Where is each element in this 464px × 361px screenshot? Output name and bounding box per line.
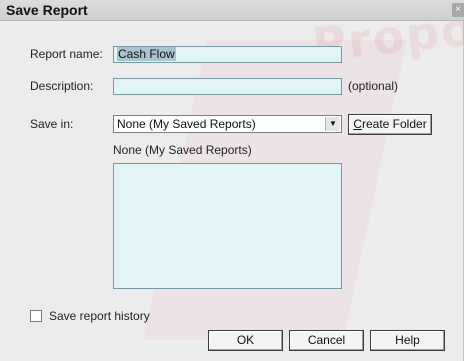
report-name-value: Cash Flow xyxy=(117,47,176,61)
save-in-label: Save in: xyxy=(30,117,74,131)
save-report-dialog: Propos Save Report × Report name: Cash F… xyxy=(0,0,464,361)
save-in-dropdown[interactable]: None (My Saved Reports) ▼ xyxy=(113,115,342,133)
cancel-button[interactable]: Cancel xyxy=(289,330,364,351)
report-name-label: Report name: xyxy=(30,47,103,61)
description-input[interactable] xyxy=(113,78,342,95)
ok-button[interactable]: OK xyxy=(208,330,283,351)
folder-list[interactable] xyxy=(113,163,342,289)
description-label: Description: xyxy=(30,79,94,93)
help-button[interactable]: Help xyxy=(370,330,445,351)
optional-hint: (optional) xyxy=(348,79,399,93)
close-icon[interactable]: × xyxy=(452,3,464,17)
save-history-label: Save report history xyxy=(49,309,150,323)
dialog-title: Save Report xyxy=(6,2,88,18)
create-folder-button[interactable]: Create Folder xyxy=(348,114,432,135)
create-folder-label: reate Folder xyxy=(361,117,427,131)
title-bar: Save Report × xyxy=(0,0,464,21)
save-history-checkbox[interactable] xyxy=(30,310,42,322)
chevron-down-icon[interactable]: ▼ xyxy=(325,117,340,131)
create-folder-mnemonic: C xyxy=(353,117,362,131)
report-name-input[interactable]: Cash Flow xyxy=(113,46,342,63)
folder-list-heading: None (My Saved Reports) xyxy=(113,143,252,157)
save-in-value: None (My Saved Reports) xyxy=(117,117,256,131)
